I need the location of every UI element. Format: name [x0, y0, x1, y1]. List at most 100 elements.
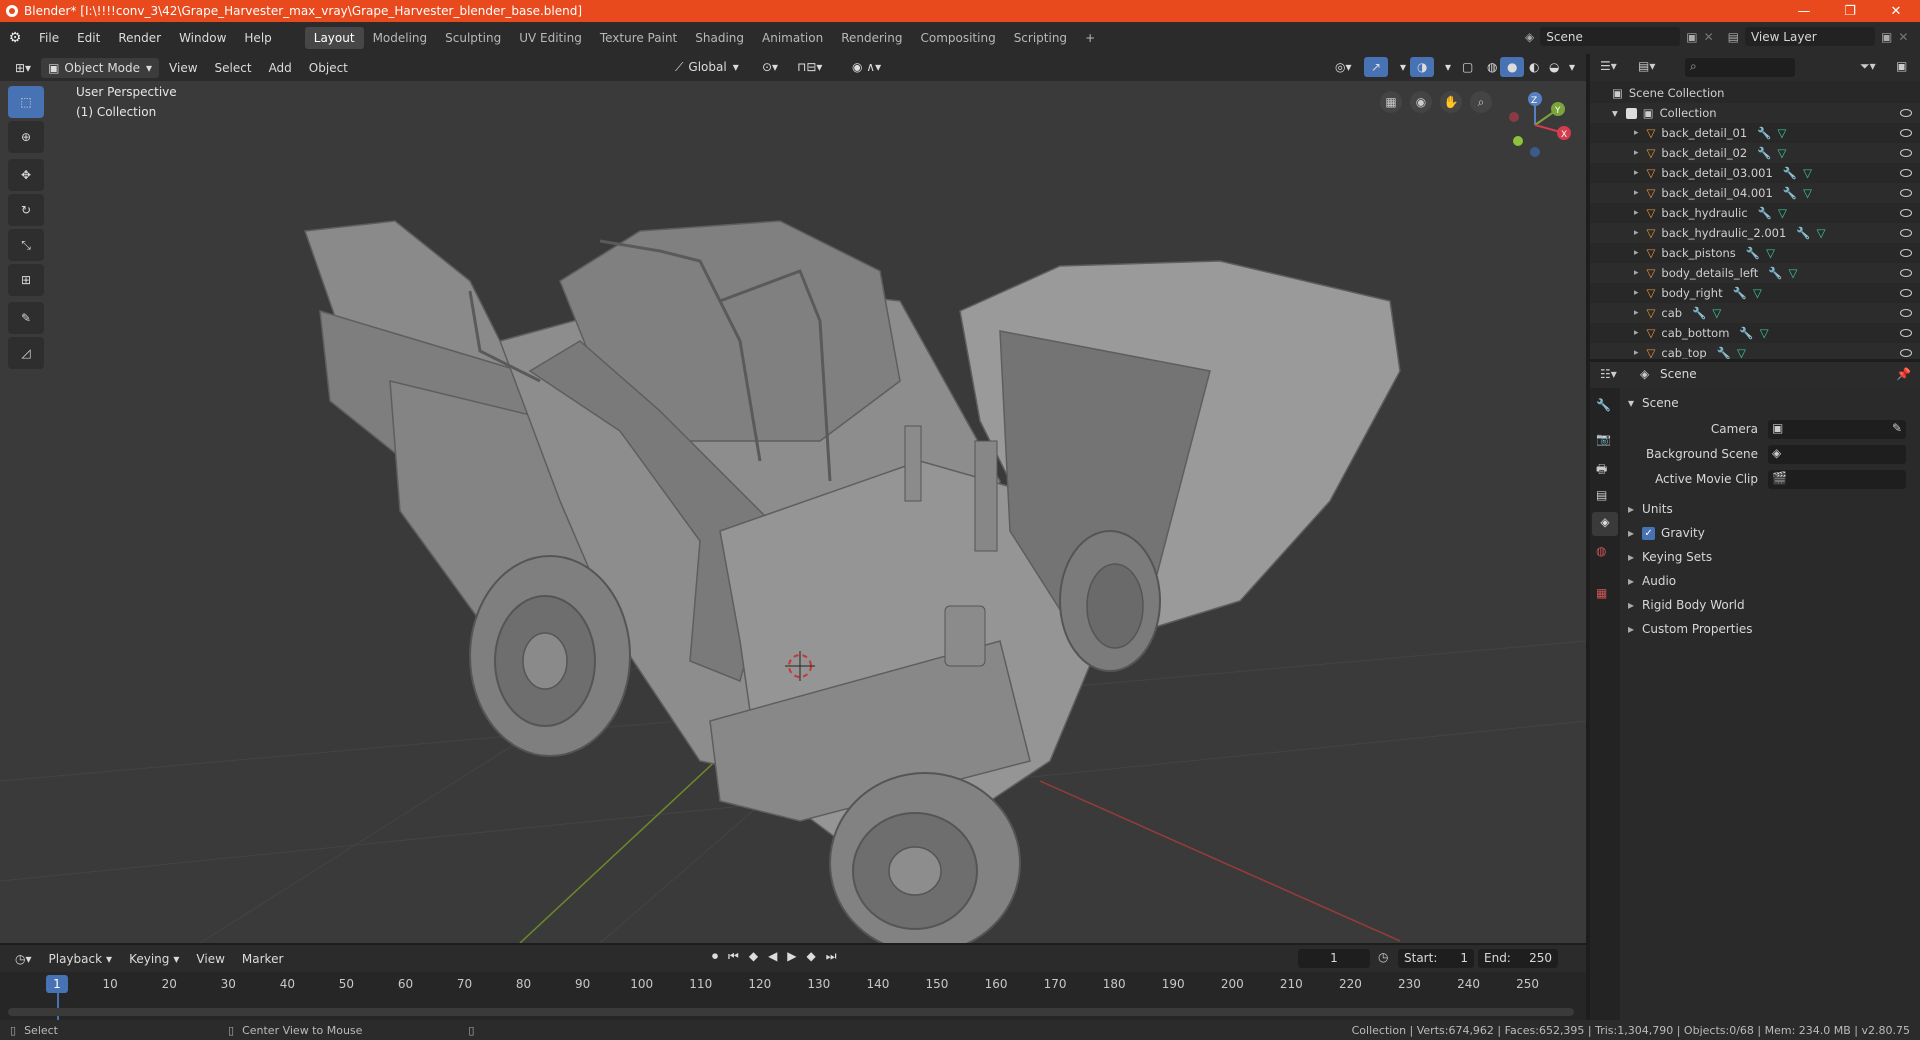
expand-arrow-icon[interactable]: ▾ [1612, 106, 1618, 120]
expand-arrow-icon[interactable]: ▸ [1634, 148, 1639, 158]
outliner-item[interactable]: ▸ ▽ back_detail_03.001 🔧 ▽ [1590, 163, 1920, 183]
record-icon[interactable]: ⏺ [712, 949, 718, 964]
eye-icon[interactable] [1900, 229, 1912, 237]
outliner-search-input[interactable]: ⌕ [1685, 58, 1795, 77]
move-tool-icon[interactable]: ✥ [8, 159, 44, 191]
annotate-tool-icon[interactable]: ✎ [8, 302, 44, 334]
mesh-data-icon[interactable]: ▽ [1803, 186, 1812, 200]
outliner-item[interactable]: ▸ ▽ cab 🔧 ▽ [1590, 303, 1920, 323]
mesh-data-icon[interactable]: ▽ [1766, 246, 1775, 260]
delete-view-layer-icon[interactable]: ✕ [1898, 30, 1908, 44]
tab-compositing[interactable]: Compositing [911, 27, 1004, 49]
mesh-data-icon[interactable]: ▽ [1778, 126, 1787, 140]
expand-arrow-icon[interactable]: ▸ [1634, 188, 1639, 198]
tab-shading[interactable]: Shading [686, 27, 753, 49]
outliner-item[interactable]: ▸ ▽ cab_top 🔧 ▽ [1590, 343, 1920, 359]
expand-arrow-icon[interactable]: ▸ [1634, 288, 1639, 298]
shading-dropdown-icon[interactable]: ▾ [1562, 57, 1582, 77]
eye-icon[interactable] [1900, 109, 1912, 117]
section-keying-sets[interactable]: ▸ Keying Sets [1620, 546, 1920, 568]
mesh-data-icon[interactable]: ▽ [1753, 286, 1762, 300]
menu-render[interactable]: Render [109, 31, 170, 45]
tab-animation[interactable]: Animation [753, 27, 832, 49]
modifier-icon[interactable]: 🔧 [1757, 126, 1771, 140]
section-units[interactable]: ▸ Units [1620, 498, 1920, 520]
display-mode-icon[interactable]: ▤▾ [1638, 59, 1655, 73]
play-icon[interactable]: ▶ [787, 949, 796, 964]
new-view-layer-icon[interactable]: ▣ [1881, 30, 1892, 44]
scene-collection-row[interactable]: ▣ Scene Collection [1590, 83, 1920, 103]
section-rigid-body-world[interactable]: ▸ Rigid Body World [1620, 594, 1920, 616]
properties-editor-icon[interactable]: ☷▾ [1600, 367, 1617, 381]
tab-layout[interactable]: Layout [304, 27, 364, 49]
mesh-data-icon[interactable]: ▽ [1803, 166, 1812, 180]
scene-selector[interactable]: Scene [1540, 27, 1681, 46]
playback-menu[interactable]: Playback ▾ [42, 949, 120, 969]
outliner-item[interactable]: ▸ ▽ back_detail_04.001 🔧 ▽ [1590, 183, 1920, 203]
camera-field[interactable]: ▣ ✎ [1768, 420, 1906, 439]
scene-tab-icon[interactable]: ◈ [1592, 512, 1618, 536]
mesh-data-icon[interactable]: ▽ [1712, 306, 1721, 320]
navigation-gizmo[interactable]: Z Y X [1500, 87, 1580, 167]
tab-sculpting[interactable]: Sculpting [436, 27, 510, 49]
mesh-data-icon[interactable]: ▽ [1817, 226, 1826, 240]
eye-icon[interactable] [1900, 209, 1912, 217]
expand-arrow-icon[interactable]: ▸ [1634, 208, 1639, 218]
section-custom-properties[interactable]: ▸ Custom Properties [1620, 618, 1920, 640]
jump-start-icon[interactable]: ⏮ [728, 949, 739, 964]
eye-icon[interactable] [1900, 129, 1912, 137]
mesh-data-icon[interactable]: ▽ [1760, 326, 1769, 340]
eye-icon[interactable] [1900, 329, 1912, 337]
outliner-item[interactable]: ▸ ▽ back_pistons 🔧 ▽ [1590, 243, 1920, 263]
menu-add[interactable]: Add [262, 58, 299, 78]
rotate-tool-icon[interactable]: ↻ [8, 194, 44, 226]
pivot-icon[interactable]: ⊙▾ [755, 57, 785, 77]
viewport-3d[interactable]: User Perspective (1) Collection ▦ ◉ ✋ ⌕ … [0, 81, 1586, 943]
keying-menu[interactable]: Keying ▾ [122, 949, 186, 969]
play-reverse-icon[interactable]: ◀ [768, 949, 777, 964]
transform-orientation-dropdown[interactable]: ⟋ Global ▾ [668, 57, 746, 77]
add-workspace-button[interactable]: + [1076, 27, 1104, 49]
section-gravity[interactable]: ▸ ✓ Gravity [1620, 522, 1920, 544]
playhead-frame[interactable]: 1 [46, 975, 68, 993]
visibility-icon[interactable]: ◎▾ [1328, 57, 1359, 77]
timeline-editor-icon[interactable]: ◷▾ [8, 949, 39, 969]
mode-dropdown[interactable]: ▣ Object Mode ▾ [41, 57, 160, 78]
tab-texture-paint[interactable]: Texture Paint [591, 27, 686, 49]
editor-type-icon[interactable]: ⊞▾ [8, 58, 38, 78]
maximize-button[interactable]: ❐ [1827, 0, 1873, 22]
pan-hand-icon[interactable]: ✋ [1440, 91, 1462, 113]
timeline-view-menu[interactable]: View [189, 949, 231, 969]
clock-icon[interactable]: ◷ [1378, 950, 1388, 964]
modifier-icon[interactable]: 🔧 [1783, 166, 1797, 180]
eye-icon[interactable] [1900, 269, 1912, 277]
modifier-icon[interactable]: 🔧 [1733, 286, 1747, 300]
menu-file[interactable]: File [30, 31, 68, 45]
output-props-icon[interactable]: 🖶 [1596, 460, 1607, 481]
background-scene-field[interactable]: ◈ [1768, 445, 1906, 464]
tool-props-icon[interactable]: 🔧 [1596, 398, 1611, 412]
section-audio[interactable]: ▸ Audio [1620, 570, 1920, 592]
expand-arrow-icon[interactable]: ▸ [1634, 308, 1639, 318]
marker-menu[interactable]: Marker [235, 949, 290, 969]
proportional-edit-icon[interactable]: ◉ ∧▾ [845, 57, 888, 77]
tab-modeling[interactable]: Modeling [364, 27, 437, 49]
modifier-icon[interactable]: 🔧 [1717, 346, 1731, 359]
transform-tool-icon[interactable]: ⊞ [8, 264, 44, 296]
expand-arrow-icon[interactable]: ▸ [1634, 168, 1639, 178]
view-layer-selector[interactable]: View Layer [1744, 27, 1875, 46]
eye-icon[interactable] [1900, 309, 1912, 317]
tab-uv-editing[interactable]: UV Editing [510, 27, 591, 49]
menu-select[interactable]: Select [208, 58, 259, 78]
grid-view-icon[interactable]: ▦ [1380, 91, 1402, 113]
modifier-icon[interactable]: 🔧 [1758, 206, 1772, 220]
blender-menu-icon[interactable]: ⚙ [0, 30, 30, 46]
expand-arrow-icon[interactable]: ▸ [1634, 328, 1639, 338]
snap-icon[interactable]: ⊓⊟▾ [790, 57, 829, 77]
jump-end-icon[interactable]: ⏭ [826, 949, 837, 964]
pin-icon[interactable]: 📌 [1896, 367, 1911, 381]
scale-tool-icon[interactable]: ⤡ [8, 229, 44, 261]
eye-icon[interactable] [1900, 189, 1912, 197]
measure-tool-icon[interactable]: ◿ [8, 337, 44, 369]
eye-icon[interactable] [1900, 289, 1912, 297]
